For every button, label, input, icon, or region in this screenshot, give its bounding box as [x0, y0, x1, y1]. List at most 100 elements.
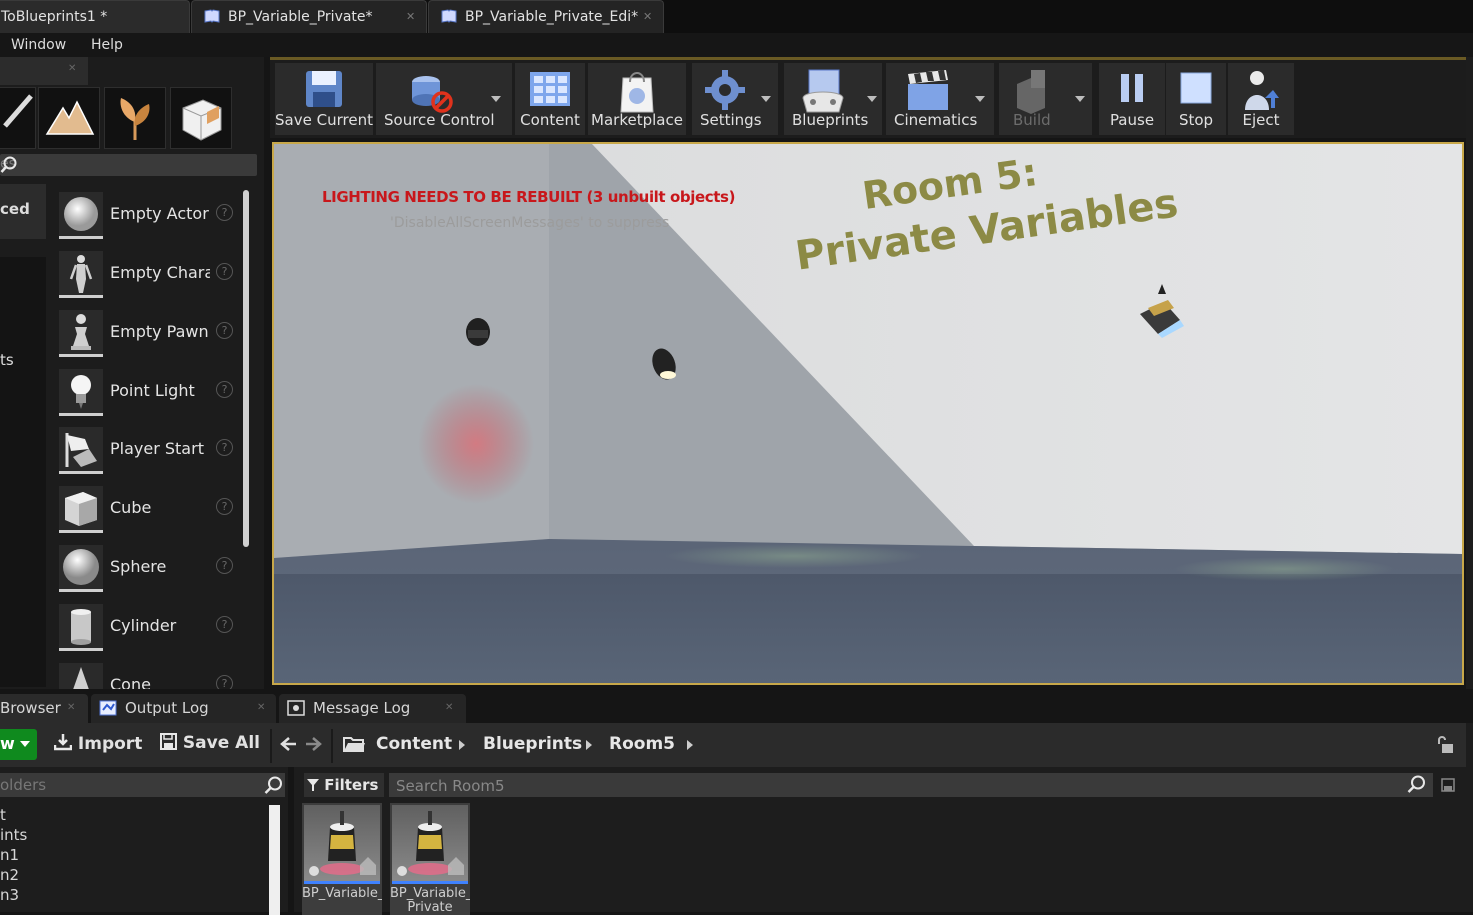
forward-arrow-icon[interactable] — [304, 736, 322, 756]
cinematics-button[interactable]: Cinematics — [886, 63, 994, 135]
build-button[interactable]: Build — [999, 63, 1092, 135]
save-all-label: Save All — [182, 733, 260, 753]
add-new-label: w — [0, 734, 15, 753]
menu-window[interactable]: Window — [11, 37, 66, 53]
cube-icon — [59, 486, 103, 533]
tab-bp-variable-private-edi[interactable]: BP_Variable_Private_Edi* ✕ — [428, 0, 664, 33]
blueprints-button[interactable]: Blueprints — [784, 63, 882, 135]
place-list-scrollbar[interactable] — [243, 190, 249, 547]
asset-thumbnail — [392, 805, 468, 881]
tree-item[interactable]: n3 — [0, 885, 268, 905]
chevron-down-icon[interactable] — [975, 96, 985, 102]
close-icon[interactable]: ✕ — [445, 694, 453, 722]
place-item-cylinder[interactable]: Cylinder ? — [56, 599, 242, 653]
asset-name: BP_Variable_ Private — [390, 887, 470, 913]
place-item-empty-character[interactable]: Empty Character ? — [56, 246, 242, 300]
floppy-disk-icon — [160, 733, 177, 750]
sphere-icon — [59, 192, 103, 239]
tab-content-browser[interactable]: Browser ✕ — [0, 694, 88, 723]
filters-button[interactable]: Filters — [304, 773, 384, 811]
help-icon[interactable]: ? — [216, 439, 233, 456]
level-viewport[interactable]: Room 5: Private Variables LIGHTING NEEDS… — [272, 142, 1464, 685]
tab-label: Message Log — [313, 699, 411, 717]
place-item-empty-pawn[interactable]: Empty Pawn ? — [56, 305, 242, 359]
close-icon[interactable]: ✕ — [643, 1, 652, 33]
help-icon[interactable]: ? — [216, 498, 233, 515]
asset-type-bar — [392, 881, 468, 884]
help-icon[interactable]: ? — [216, 675, 233, 689]
chevron-down-icon[interactable] — [1075, 96, 1085, 102]
add-new-button[interactable]: w — [0, 729, 37, 760]
tab-bp-variable-private[interactable]: BP_Variable_Private* ✕ — [191, 0, 427, 33]
output-log-icon — [99, 697, 117, 716]
place-item-player-start[interactable]: Player Start ? — [56, 422, 242, 476]
asset-search-input[interactable] — [389, 773, 1398, 799]
folder-tree: t ints n1 n2 n3 — [0, 805, 268, 915]
lock-icon[interactable] — [1436, 736, 1454, 758]
save-all-button[interactable]: Save All — [160, 733, 260, 753]
eject-button[interactable]: Eject — [1228, 63, 1294, 135]
stop-button[interactable]: Stop — [1166, 63, 1226, 135]
place-item-cube[interactable]: Cube ? — [56, 481, 242, 535]
place-item-point-light[interactable]: Point Light ? — [56, 364, 242, 418]
tab-message-log[interactable]: Message Log ✕ — [279, 694, 466, 723]
help-icon[interactable]: ? — [216, 263, 233, 280]
content-label: Content — [520, 111, 580, 129]
breadcrumb-content[interactable]: Content — [376, 734, 452, 754]
place-item-cone[interactable]: Cone ? — [56, 658, 242, 689]
chevron-down-icon[interactable] — [761, 96, 771, 102]
item-label: Empty Pawn — [110, 322, 209, 341]
breadcrumb-room5[interactable]: Room5 — [609, 734, 675, 754]
place-item-empty-actor[interactable]: Empty Actor ? — [56, 187, 242, 241]
tree-item[interactable]: n1 — [0, 845, 268, 865]
settings-button[interactable]: Settings — [692, 63, 778, 135]
chevron-right-icon[interactable] — [687, 740, 693, 750]
tree-item[interactable]: t — [0, 805, 268, 825]
save-current-label: Save Current — [275, 111, 373, 129]
gear-icon — [705, 70, 745, 110]
back-arrow-icon[interactable] — [280, 736, 298, 756]
source-control-button[interactable]: Source Control — [376, 63, 512, 135]
clapperboard-icon — [908, 70, 948, 110]
chevron-down-icon[interactable] — [867, 96, 877, 102]
chevron-right-icon[interactable] — [459, 740, 465, 750]
lamp-actor-icon — [309, 811, 376, 876]
close-icon[interactable]: ✕ — [257, 694, 265, 722]
close-icon[interactable]: ✕ — [406, 1, 415, 33]
search-icon[interactable] — [264, 776, 283, 799]
tab-output-log[interactable]: Output Log ✕ — [91, 694, 276, 723]
menu-bar: Window Help — [0, 33, 1473, 57]
tree-item[interactable]: n2 — [0, 865, 268, 885]
light-bulb-icon — [59, 369, 103, 416]
save-current-button[interactable]: Save Current — [275, 63, 373, 135]
tree-item[interactable]: ints — [0, 825, 268, 845]
save-search-icon[interactable] — [1441, 777, 1455, 796]
pause-button[interactable]: Pause — [1099, 63, 1165, 135]
place-item-sphere[interactable]: Sphere ? — [56, 540, 242, 594]
asset-tile[interactable]: BP_Variable_ — [302, 803, 382, 915]
asset-search-box[interactable] — [389, 773, 1433, 799]
import-button[interactable]: Import — [53, 733, 143, 754]
help-icon[interactable]: ? — [216, 381, 233, 398]
close-icon[interactable]: ✕ — [67, 694, 75, 722]
place-mode-panel: ✕ es ced ts Empty Actor ? Empty Characte… — [0, 57, 264, 689]
chevron-right-icon[interactable] — [586, 740, 592, 750]
panel-splitter[interactable] — [288, 767, 294, 912]
tab-level[interactable]: ToBlueprints1 * — [0, 0, 190, 33]
folder-tree-scrollbar[interactable] — [269, 805, 280, 915]
item-label: Sphere — [110, 557, 167, 576]
asset-tile[interactable]: BP_Variable_ Private — [390, 803, 470, 915]
search-icon[interactable] — [1407, 775, 1426, 798]
marketplace-button[interactable]: Marketplace — [588, 63, 686, 135]
import-label: Import — [77, 734, 143, 754]
help-icon[interactable]: ? — [216, 557, 233, 574]
content-button[interactable]: Content — [515, 63, 585, 135]
breadcrumb-blueprints[interactable]: Blueprints — [483, 734, 582, 754]
help-icon[interactable]: ? — [216, 616, 233, 633]
item-label: Cylinder — [110, 616, 177, 635]
help-icon[interactable]: ? — [216, 204, 233, 221]
menu-help[interactable]: Help — [91, 37, 123, 53]
chevron-down-icon[interactable] — [491, 96, 501, 102]
folder-search-input[interactable]: olders — [0, 773, 285, 797]
help-icon[interactable]: ? — [216, 322, 233, 339]
